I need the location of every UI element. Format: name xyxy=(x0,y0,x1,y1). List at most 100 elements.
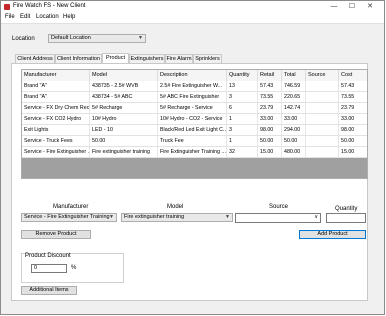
close-button[interactable]: ✕ xyxy=(363,1,377,13)
cell-quantity: 3 xyxy=(227,125,258,135)
cell-cost: 15.00 xyxy=(339,147,367,157)
cell-manufacturer: Brand "A" xyxy=(22,92,90,102)
cell-total: 480.00 xyxy=(282,147,306,157)
cell-retail: 23.79 xyxy=(258,103,282,113)
cell-retail: 57.43 xyxy=(258,81,282,91)
column-header-source[interactable]: Source xyxy=(306,70,339,81)
cell-manufacturer: Service - Truck Fees xyxy=(22,136,90,146)
app-icon xyxy=(4,4,10,10)
table-row[interactable]: Service - FX CO2 Hydro 10# Hydro 10# Hyd… xyxy=(22,114,367,125)
add-product-button[interactable]: Add Product xyxy=(299,230,366,239)
percent-unit: % xyxy=(71,265,77,271)
app-window: Fire Watch FS - New Client — ☐ ✕ File Ed… xyxy=(0,0,385,315)
table-row[interactable]: Service - Truck Fees 50.00 Truck Fee 1 5… xyxy=(22,136,367,147)
column-header-description[interactable]: Description xyxy=(158,70,227,81)
cell-description: Truck Fee xyxy=(158,136,227,146)
model-label: Model xyxy=(167,204,184,210)
cell-source xyxy=(306,136,339,146)
table-row[interactable]: Brand "A" 438734 - 5# ABC 5# ABC Fire Ex… xyxy=(22,92,367,103)
cell-quantity: 6 xyxy=(227,103,258,113)
cell-retail: 50.00 xyxy=(258,136,282,146)
table-row[interactable]: Service - Fire Extinguisher ... Fire ext… xyxy=(22,147,367,158)
product-grid: Manufacturer Model Description Quantity … xyxy=(21,69,368,179)
additional-items-button[interactable]: Additional Items xyxy=(21,286,77,295)
column-header-total[interactable]: Total xyxy=(282,70,306,81)
cell-model: Fire extinguisher training xyxy=(90,147,158,157)
minimize-button[interactable]: — xyxy=(327,1,341,13)
tab-client-information[interactable]: Client Information xyxy=(55,54,102,63)
location-label: Location xyxy=(12,36,35,42)
column-header-quantity[interactable]: Quantity xyxy=(227,70,258,81)
source-label: Source xyxy=(269,204,289,210)
cell-model: 5# Recharge xyxy=(90,103,158,113)
cell-cost: 57.43 xyxy=(339,81,367,91)
window-title: Fire Watch FS - New Client xyxy=(13,3,86,9)
cell-quantity: 1 xyxy=(227,114,258,124)
chevron-down-icon: ▼ xyxy=(109,214,114,220)
cell-source xyxy=(306,125,339,135)
quantity-input[interactable] xyxy=(326,213,366,223)
cell-model: 50.00 xyxy=(90,136,158,146)
tab-extinguishers[interactable]: Extinguishers xyxy=(129,54,165,63)
cell-total: 50.00 xyxy=(282,136,306,146)
column-header-cost[interactable]: Cost xyxy=(339,70,367,81)
column-header-model[interactable]: Model xyxy=(90,70,158,81)
menu-location[interactable]: Location xyxy=(36,14,59,20)
tab-fire-alarm[interactable]: Fire Alarm xyxy=(165,54,193,63)
cell-description: 10# Hydro - CO2 - Service xyxy=(158,114,227,124)
manufacturer-select[interactable]: Service - Fire Extinguisher Training ▼ xyxy=(21,213,117,222)
manufacturer-label: Manufacturer xyxy=(53,204,89,210)
cell-retail: 15.00 xyxy=(258,147,282,157)
cell-model: 10# Hydro xyxy=(90,114,158,124)
table-row[interactable]: Exit Lights LED - 10 Black/Red Led Exit … xyxy=(22,125,367,136)
cell-retail: 73.55 xyxy=(258,92,282,102)
model-value: Fire extinguisher training xyxy=(124,214,185,220)
cell-total: 142.74 xyxy=(282,103,306,113)
cell-retail: 33.00 xyxy=(258,114,282,124)
menu-help[interactable]: Help xyxy=(63,14,75,20)
cell-description: 5# Recharge - Service xyxy=(158,103,227,113)
cell-manufacturer: Exit Lights xyxy=(22,125,90,135)
remove-product-button[interactable]: Remove Product xyxy=(21,230,91,239)
cell-quantity: 13 xyxy=(227,81,258,91)
cell-description: 5# ABC Fire Extinguisher xyxy=(158,92,227,102)
cell-total: 294.00 xyxy=(282,125,306,135)
chevron-down-icon: ▼ xyxy=(225,214,230,220)
chevron-down-icon: ▼ xyxy=(138,35,143,41)
cell-source xyxy=(306,147,339,157)
tab-client-address[interactable]: Client Address xyxy=(15,54,55,63)
maximize-button[interactable]: ☐ xyxy=(345,1,359,13)
cell-total: 220.65 xyxy=(282,92,306,102)
cell-manufacturer: Service - FX CO2 Hydro xyxy=(22,114,90,124)
chevron-down-icon: ∨ xyxy=(314,214,318,220)
cell-cost: 98.00 xyxy=(339,125,367,135)
cell-quantity: 32 xyxy=(227,147,258,157)
source-select[interactable]: ∨ xyxy=(235,213,321,223)
table-row[interactable]: Brand "A" 438735 - 2.5# WVB 2.5# Fire Ex… xyxy=(22,81,367,92)
table-row[interactable]: Service - FX Dry Chem Rec... 5# Recharge… xyxy=(22,103,367,114)
column-header-manufacturer[interactable]: Manufacturer xyxy=(22,70,90,81)
cell-quantity: 3 xyxy=(227,92,258,102)
cell-cost: 73.55 xyxy=(339,92,367,102)
location-value: Default Location xyxy=(51,35,91,41)
discount-input[interactable]: 0 xyxy=(31,264,67,273)
cell-model: LED - 10 xyxy=(90,125,158,135)
cell-description: Fire Extinguisher Training ... xyxy=(160,147,227,157)
cell-cost: 23.79 xyxy=(339,103,367,113)
column-header-retail[interactable]: Retail xyxy=(258,70,282,81)
location-select[interactable]: Default Location ▼ xyxy=(48,34,146,43)
cell-total: 33.00 xyxy=(282,114,306,124)
tab-product[interactable]: Product xyxy=(102,53,129,63)
cell-source xyxy=(306,103,339,113)
cell-description: Black/Red Led Exit Light C... xyxy=(160,125,227,135)
menu-edit[interactable]: Edit xyxy=(20,14,30,20)
cell-cost: 33.00 xyxy=(339,114,367,124)
menu-file[interactable]: File xyxy=(5,14,15,20)
model-select[interactable]: Fire extinguisher training ▼ xyxy=(121,213,233,222)
tab-sprinklers[interactable]: Sprinklers xyxy=(193,54,222,63)
cell-total: 746.59 xyxy=(282,81,306,91)
cell-quantity: 1 xyxy=(227,136,258,146)
cell-model: 438735 - 2.5# WVB xyxy=(90,81,158,91)
manufacturer-value: Service - Fire Extinguisher Training xyxy=(24,214,110,220)
cell-description: 2.5# Fire Extinguisher W... xyxy=(158,81,227,91)
